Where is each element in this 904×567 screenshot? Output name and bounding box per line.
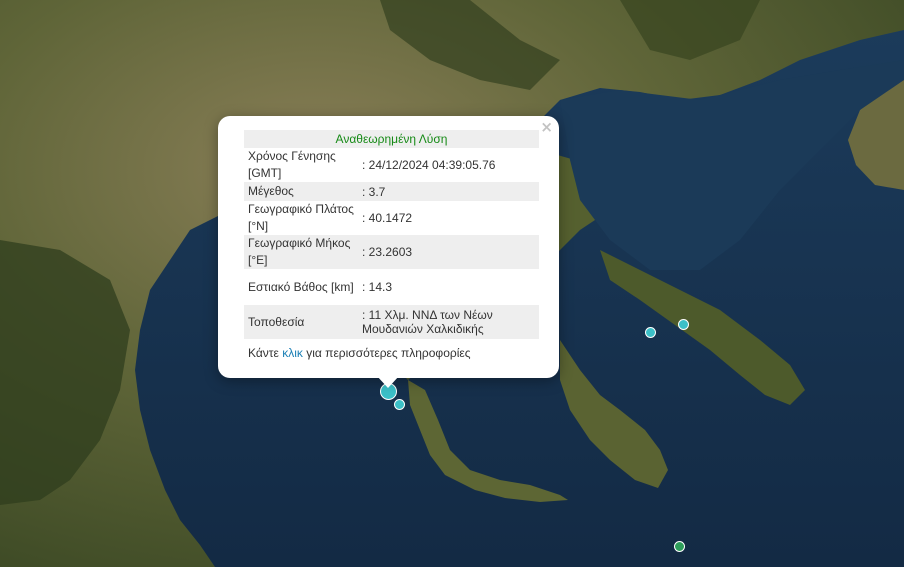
- latitude-value: : 40.1472: [362, 211, 413, 225]
- location-label: Τοποθεσία: [244, 305, 358, 339]
- footer-text-after: για περισσότερες πληροφορίες: [302, 346, 471, 360]
- earthquake-marker[interactable]: [678, 319, 689, 330]
- earthquake-marker[interactable]: [645, 327, 656, 338]
- popup-title: Αναθεωρημένη Λύση: [244, 130, 539, 148]
- depth-label: Εστιακό Βάθος [km]: [248, 279, 354, 294]
- depth-value: : 14.3: [362, 280, 393, 294]
- origin-time-value: : 24/12/2024 04:39:05.76: [362, 158, 496, 172]
- earthquake-info-popup: × Αναθεωρημένη Λύση Χρόνος Γένησης [GMT]…: [218, 116, 559, 378]
- footer-text-before: Κάντε: [248, 346, 283, 360]
- location-value: : 11 Χλμ. ΝΝΔ των Νέων Μουδανιών Χαλκιδι…: [358, 305, 539, 339]
- longitude-label: Γεωγραφικό Μήκος [°E]: [244, 235, 358, 269]
- table-row: Τοποθεσία : 11 Χλμ. ΝΝΔ των Νέων Μουδανι…: [244, 305, 539, 339]
- earthquake-marker[interactable]: [674, 541, 685, 552]
- origin-time-label: Χρόνος Γένησης [GMT]: [248, 149, 336, 180]
- popup-tip: [377, 376, 399, 388]
- table-row: Γεωγραφικό Μήκος [°E] : 23.2603: [244, 235, 539, 269]
- longitude-value: : 23.2603: [358, 235, 539, 269]
- latitude-label: Γεωγραφικό Πλάτος [°N]: [248, 202, 354, 233]
- earthquake-details-table: Χρόνος Γένησης [GMT] : 24/12/2024 04:39:…: [244, 148, 539, 339]
- more-info-link[interactable]: κλικ: [282, 346, 303, 360]
- earthquake-marker[interactable]: [394, 399, 405, 410]
- table-row: Χρόνος Γένησης [GMT] : 24/12/2024 04:39:…: [244, 148, 539, 182]
- popup-footer: Κάντε κλικ για περισσότερες πληροφορίες: [248, 346, 471, 360]
- magnitude-label: Μέγεθος: [244, 182, 358, 201]
- table-row: Γεωγραφικό Πλάτος [°N] : 40.1472: [244, 201, 539, 235]
- close-icon[interactable]: ×: [540, 119, 553, 135]
- magnitude-value: : 3.7: [358, 182, 539, 201]
- table-row: Εστιακό Βάθος [km] : 14.3: [244, 269, 539, 305]
- table-row: Μέγεθος : 3.7: [244, 182, 539, 201]
